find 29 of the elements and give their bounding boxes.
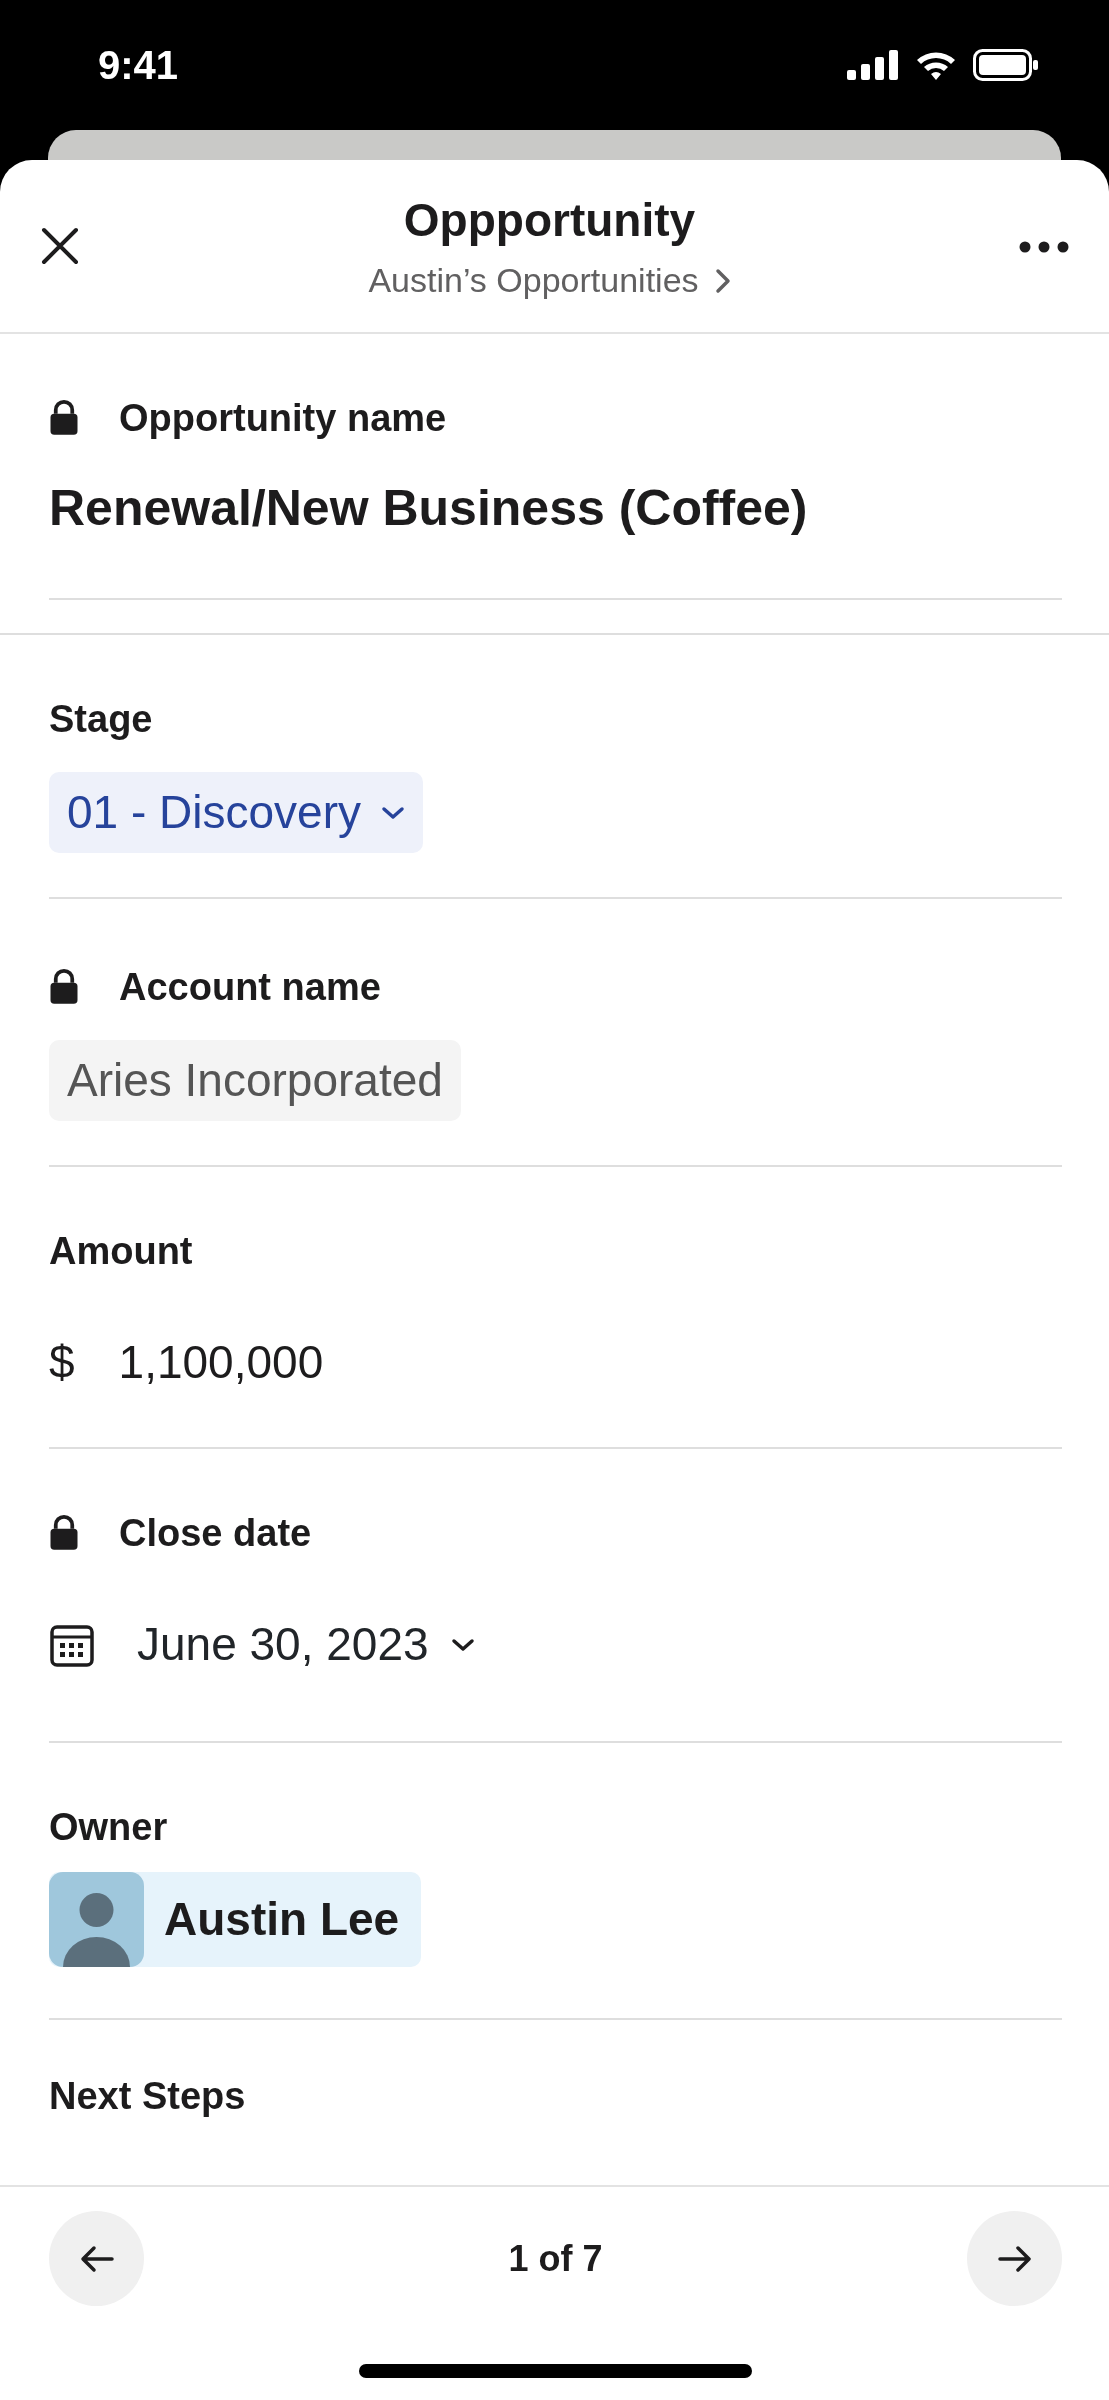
field-label: Opportunity name <box>119 396 447 441</box>
signal-icon <box>847 50 899 80</box>
arrow-right-icon <box>997 2244 1032 2273</box>
page-counter: 1 of 7 <box>508 2236 603 2281</box>
field-label: Next Steps <box>49 2074 246 2119</box>
chevron-down-icon <box>450 1636 475 1653</box>
field-label: Owner <box>49 1805 168 1850</box>
field-label: Account name <box>119 965 381 1010</box>
account-name-field: Aries Incorporated <box>49 1040 461 1121</box>
stage-dropdown[interactable]: 01 - Discovery <box>49 772 423 853</box>
battery-icon <box>973 49 1039 81</box>
close-button[interactable] <box>40 226 80 266</box>
breadcrumb-link[interactable]: Austin’s Opportunities <box>368 255 699 306</box>
chevron-down-icon <box>380 804 405 821</box>
arrow-left-icon <box>79 2244 114 2273</box>
amount-value[interactable]: 1,100,000 <box>118 1328 324 1397</box>
field-label: Close date <box>119 1511 312 1556</box>
field-label: Stage <box>49 697 153 742</box>
avatar-icon <box>49 1872 144 1967</box>
more-icon <box>1019 240 1069 253</box>
date-dropdown[interactable]: June 30, 2023 <box>137 1610 475 1679</box>
opportunity-name: Renewal/New Business (Coffee) <box>49 479 809 538</box>
sheet-title: Oppportunity <box>403 193 696 248</box>
chevron-right-icon <box>714 267 731 294</box>
owner-chip[interactable]: Austin Lee <box>49 1872 422 1967</box>
status-time: 9:41 <box>98 42 179 89</box>
field-label: Amount <box>49 1229 193 1274</box>
close-icon <box>40 226 80 266</box>
currency-symbol: $ <box>49 1335 75 1390</box>
